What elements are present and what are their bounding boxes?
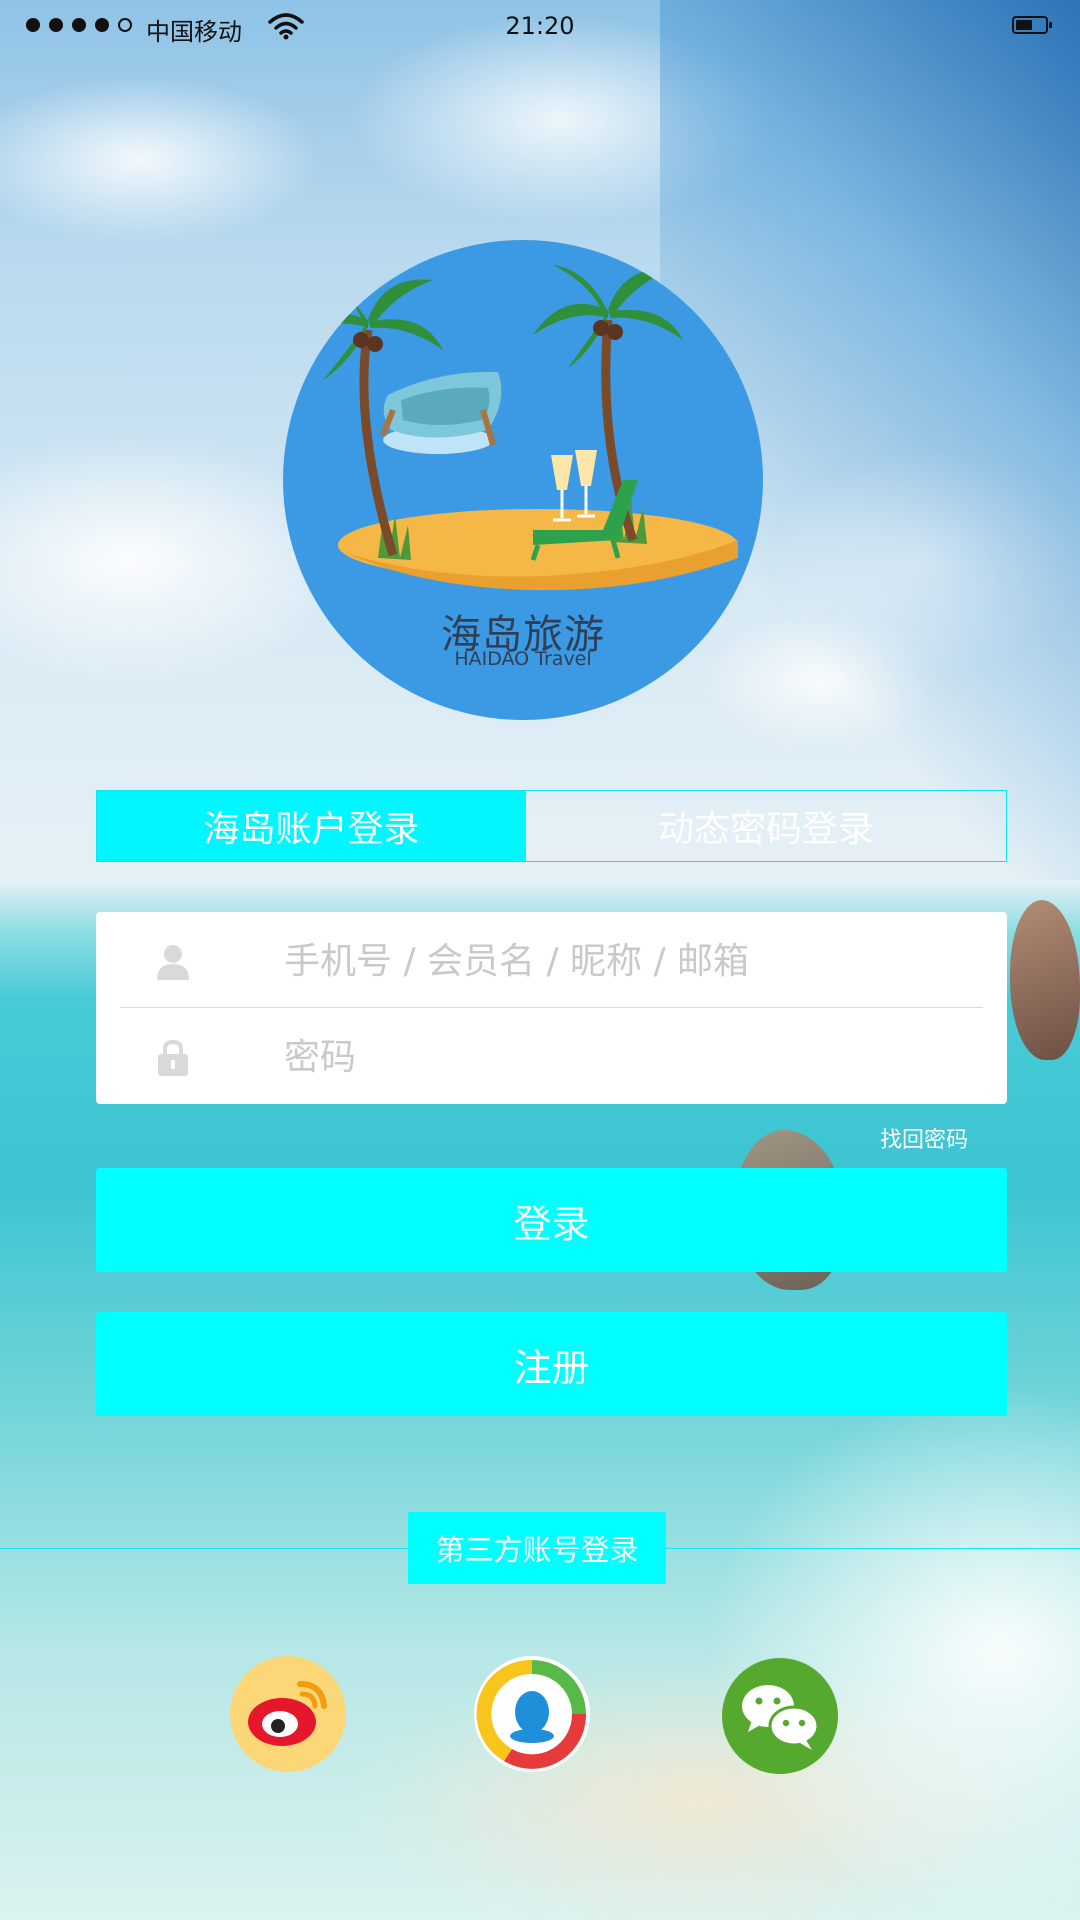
app-logo: 海岛旅游 HAIDAO Travel bbox=[283, 240, 763, 720]
third-party-label: 第三方账号登录 bbox=[408, 1512, 666, 1584]
tab-account-login[interactable]: 海岛账户登录 bbox=[97, 791, 526, 861]
tab-dynamic-password-login[interactable]: 动态密码登录 bbox=[526, 791, 1006, 861]
wechat-icon bbox=[742, 1685, 820, 1750]
register-button[interactable]: 注册 bbox=[96, 1312, 1007, 1416]
battery-icon bbox=[1012, 16, 1052, 34]
weibo-login-button[interactable] bbox=[230, 1656, 346, 1772]
password-row bbox=[96, 1008, 1007, 1104]
qq-login-button[interactable] bbox=[474, 1656, 590, 1772]
logo-subtitle: HAIDAO Travel bbox=[454, 648, 592, 670]
qq-icon bbox=[476, 1659, 587, 1769]
user-icon bbox=[157, 945, 189, 980]
battery-level bbox=[1016, 20, 1033, 30]
weibo-icon bbox=[248, 1681, 327, 1746]
wechat-login-button[interactable] bbox=[722, 1658, 838, 1774]
username-input[interactable] bbox=[282, 932, 966, 990]
status-bar: 中国移动 21:20 bbox=[0, 0, 1080, 54]
forgot-password-link[interactable]: 找回密码 bbox=[880, 1122, 968, 1154]
clock: 21:20 bbox=[505, 12, 575, 40]
password-input[interactable] bbox=[282, 1028, 966, 1086]
login-button[interactable]: 登录 bbox=[96, 1168, 1007, 1272]
username-row bbox=[96, 912, 1007, 1008]
login-form bbox=[96, 912, 1007, 1104]
lock-icon bbox=[158, 1040, 188, 1076]
login-method-tabs: 海岛账户登录 动态密码登录 bbox=[96, 790, 1007, 862]
